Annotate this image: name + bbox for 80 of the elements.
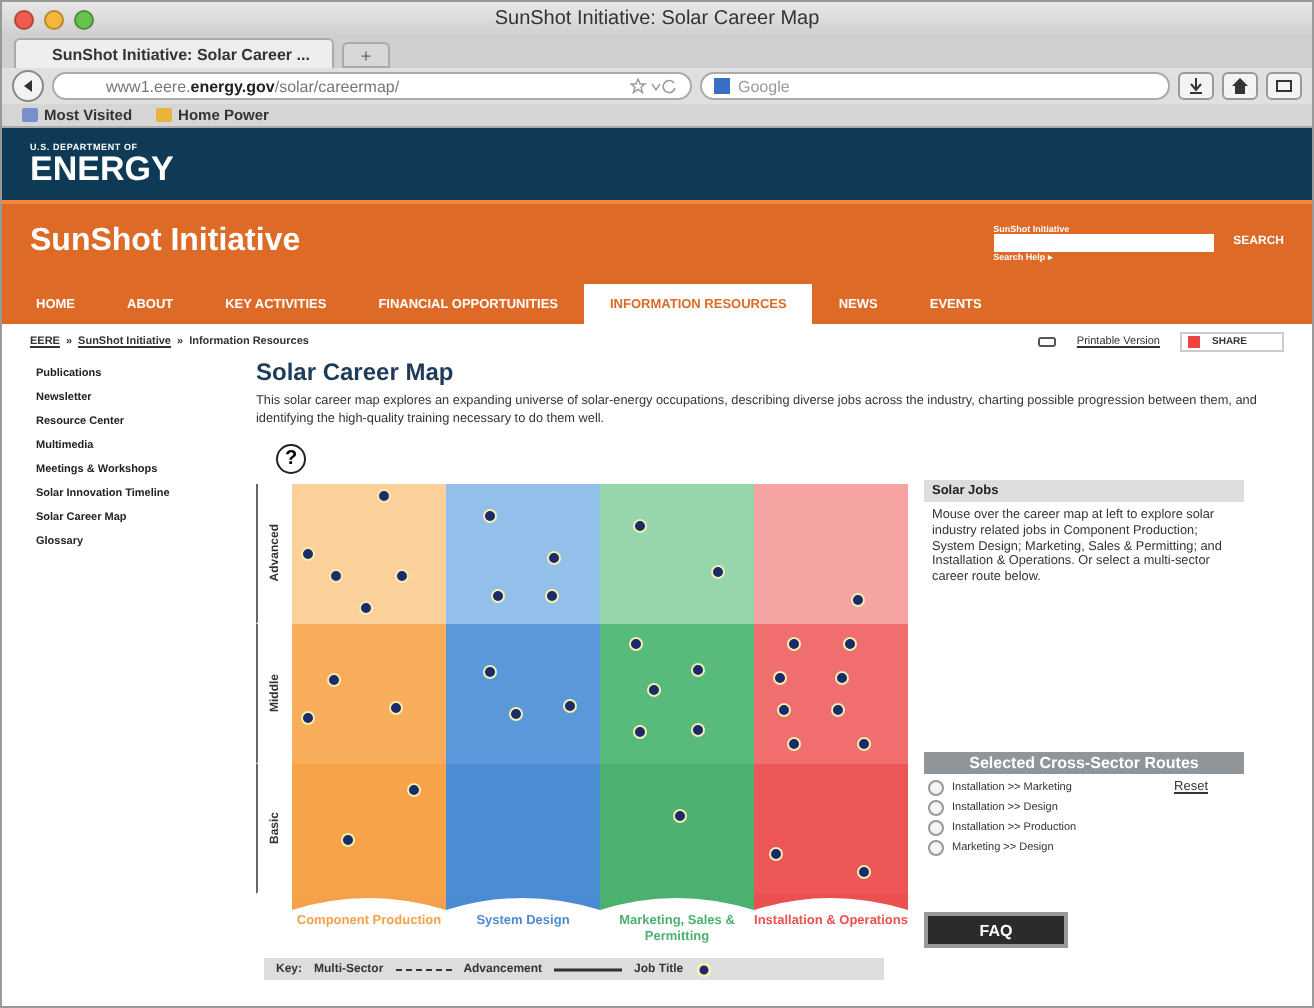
share-icon xyxy=(1188,335,1200,347)
job-dot-icon[interactable] xyxy=(773,670,788,685)
radio-button[interactable] xyxy=(928,840,944,856)
job-dot-icon[interactable] xyxy=(777,703,792,718)
printer-icon xyxy=(1038,334,1057,348)
career-map-cell[interactable] xyxy=(600,484,754,624)
job-dot-icon[interactable] xyxy=(690,663,704,678)
toolbar-button[interactable] xyxy=(1266,72,1302,100)
back-arrow-icon xyxy=(20,78,36,94)
job-dot-icon[interactable] xyxy=(831,703,846,718)
job-dot-icon[interactable] xyxy=(546,551,561,566)
job-dot-icon[interactable] xyxy=(358,600,373,615)
career-map-cell[interactable] xyxy=(754,764,908,894)
window-title: SunShot Initiative: Solar Career Map xyxy=(494,8,820,30)
address-field[interactable]: www1.eere.energy.gov/solar/careermap/ xyxy=(52,72,692,100)
job-dot-icon[interactable] xyxy=(545,589,560,603)
career-map-cell[interactable] xyxy=(446,624,600,764)
career-map-cell[interactable] xyxy=(292,764,446,894)
bookmark-icon xyxy=(22,108,38,122)
job-dot-icon[interactable] xyxy=(388,701,403,715)
career-map-cell[interactable] xyxy=(600,764,754,894)
job-dot-icon[interactable] xyxy=(633,724,648,739)
job-dot-icon[interactable] xyxy=(691,722,706,736)
career-map-cell[interactable] xyxy=(754,484,908,624)
zoom-icon[interactable] xyxy=(74,9,94,29)
career-map-cell[interactable] xyxy=(446,484,600,624)
dashed-line-icon xyxy=(395,967,452,971)
home-icon xyxy=(1232,78,1248,94)
job-dot-icon[interactable] xyxy=(768,846,783,861)
job-dot-icon[interactable] xyxy=(629,636,644,651)
radio-button[interactable] xyxy=(928,780,944,796)
job-dot-icon[interactable] xyxy=(340,832,355,847)
site-search-field[interactable] xyxy=(993,233,1214,251)
job-dot-icon[interactable] xyxy=(406,783,421,797)
job-dot-icon[interactable] xyxy=(328,568,343,582)
job-dot-icon[interactable] xyxy=(787,636,802,651)
job-dot-icon[interactable] xyxy=(482,509,497,524)
faq-button[interactable]: FAQ xyxy=(924,912,1068,948)
window-icon xyxy=(1276,78,1292,94)
job-dot-icon[interactable] xyxy=(482,664,497,679)
help-icon[interactable]: ? xyxy=(276,444,306,474)
job-dot-icon[interactable] xyxy=(491,589,506,603)
page-heading: Solar Career Map xyxy=(256,358,456,386)
job-dot-icon[interactable] xyxy=(508,706,523,721)
career-map-cell[interactable] xyxy=(292,484,446,624)
job-dot-icon[interactable] xyxy=(395,568,410,582)
radio-button[interactable] xyxy=(928,800,944,816)
download-button[interactable] xyxy=(1178,72,1214,100)
job-dot-icon[interactable] xyxy=(842,636,857,651)
job-dot-icon[interactable] xyxy=(563,698,578,713)
job-dot-icon[interactable] xyxy=(787,736,802,750)
job-dot-icon[interactable] xyxy=(300,710,315,725)
home-button[interactable] xyxy=(1222,72,1258,100)
browser-tab[interactable]: SunShot Initiative: Solar Career ... xyxy=(14,38,334,68)
back-button[interactable] xyxy=(12,70,44,102)
career-map-cell[interactable] xyxy=(600,624,754,764)
agency-logo[interactable]: ENERGY xyxy=(30,152,1312,186)
job-dot-icon[interactable] xyxy=(834,670,849,685)
job-dot-icon[interactable] xyxy=(856,864,871,879)
job-dot-icon[interactable] xyxy=(673,809,688,823)
job-dot-icon[interactable] xyxy=(377,488,392,503)
career-map-cell[interactable] xyxy=(292,624,446,764)
job-dot-icon[interactable] xyxy=(633,519,648,533)
routes-heading: Selected Cross-Sector Routes xyxy=(924,752,1244,774)
new-tab-button[interactable]: + xyxy=(342,42,390,68)
career-map-cell[interactable] xyxy=(754,624,908,764)
star-icon[interactable] xyxy=(630,78,678,94)
radio-button[interactable] xyxy=(928,820,944,836)
solid-line-icon xyxy=(554,967,623,971)
job-dot-icon[interactable] xyxy=(857,736,872,750)
job-dot-icon xyxy=(695,961,712,977)
job-dot-icon[interactable] xyxy=(710,565,725,580)
bookmark-icon xyxy=(156,108,173,122)
job-dot-icon[interactable] xyxy=(300,547,315,561)
close-icon[interactable] xyxy=(14,9,34,29)
job-dot-icon[interactable] xyxy=(850,593,865,608)
job-dot-icon[interactable] xyxy=(646,682,661,697)
career-map-cell[interactable] xyxy=(446,764,600,894)
job-dot-icon[interactable] xyxy=(326,673,341,687)
download-icon xyxy=(1188,78,1204,94)
